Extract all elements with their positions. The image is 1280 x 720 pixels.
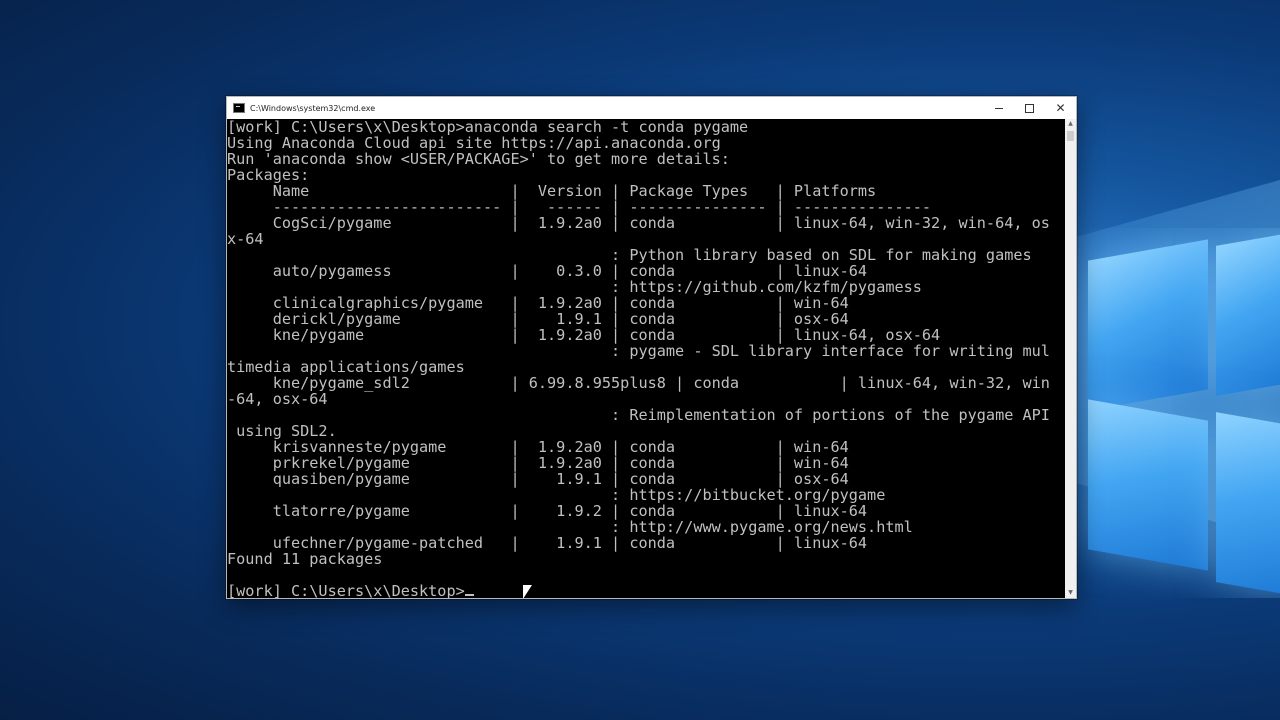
console-line: : Reimplementation of portions of the py… [227, 406, 1050, 424]
window-controls: ✕ [983, 97, 1076, 119]
minimize-button[interactable] [983, 97, 1014, 119]
windows-logo-pane [1216, 412, 1280, 598]
maximize-button[interactable] [1014, 97, 1045, 119]
scroll-up-arrow-icon[interactable]: ▲ [1065, 119, 1076, 129]
vertical-scrollbar[interactable]: ▲ ▼ [1065, 119, 1076, 598]
window-titlebar[interactable]: C:\Windows\system32\cmd.exe ✕ [227, 97, 1076, 119]
window-title: C:\Windows\system32\cmd.exe [250, 103, 376, 113]
maximize-icon [1025, 103, 1034, 113]
mouse-cursor-icon [523, 585, 532, 598]
console-output-area[interactable]: [work] C:\Users\x\Desktop>anaconda searc… [227, 119, 1065, 598]
windows-logo-pane [1088, 399, 1208, 571]
console-line: CogSci/pygame | 1.9.2a0 | conda | linux-… [227, 214, 1050, 232]
windows-logo-pane [1088, 239, 1208, 411]
minimize-icon [994, 107, 1003, 109]
console-output: [work] C:\Users\x\Desktop>anaconda searc… [227, 119, 1065, 598]
scroll-down-arrow-icon[interactable]: ▼ [1065, 588, 1076, 598]
console-line: kne/pygame_sdl2 | 6.99.8.955plus8 | cond… [227, 374, 1050, 392]
cmd-window[interactable]: C:\Windows\system32\cmd.exe ✕ [work] C:\… [226, 96, 1077, 599]
scroll-thumb[interactable] [1067, 131, 1074, 141]
close-icon: ✕ [1055, 101, 1066, 115]
console-line: Found 11 packages [227, 550, 383, 568]
cmd-app-icon[interactable] [233, 103, 245, 113]
windows-logo-pane [1216, 230, 1280, 396]
command-prompt: [work] C:\Users\x\Desktop> [227, 582, 465, 598]
close-button[interactable]: ✕ [1045, 97, 1076, 119]
text-cursor-icon [464, 594, 474, 596]
